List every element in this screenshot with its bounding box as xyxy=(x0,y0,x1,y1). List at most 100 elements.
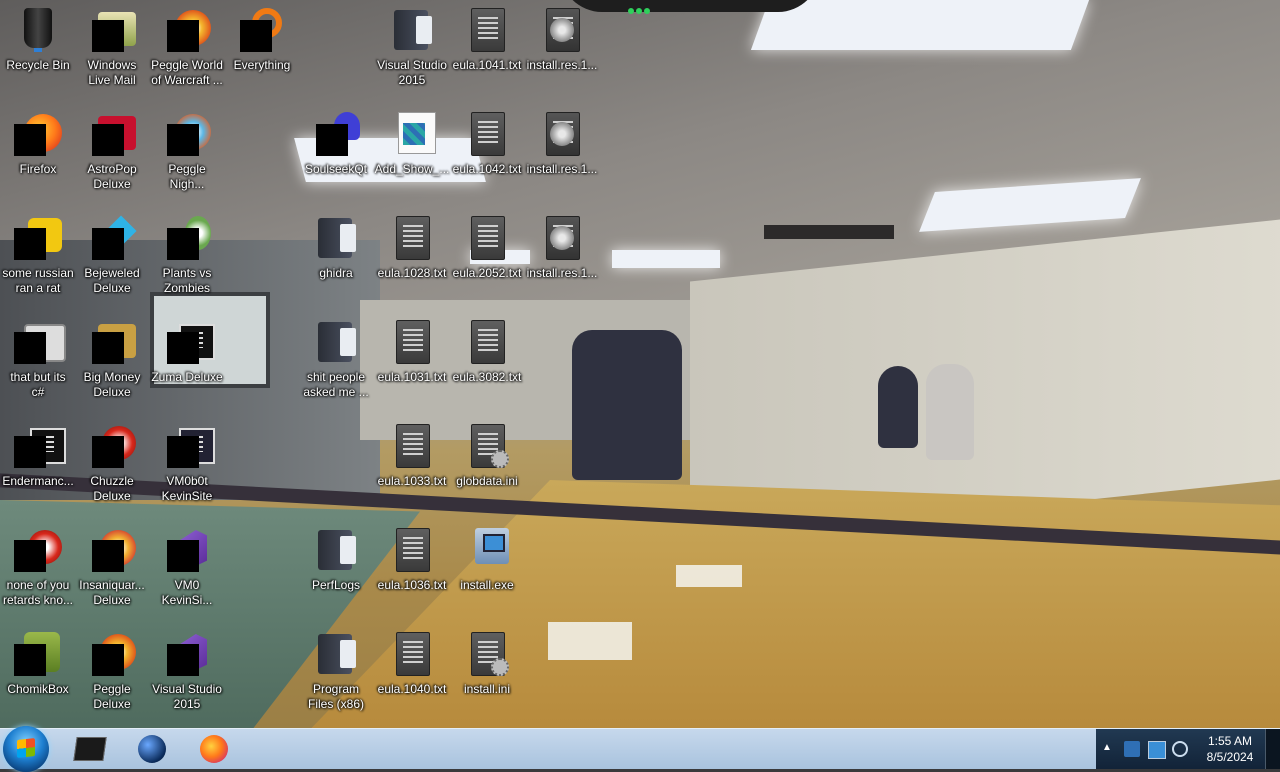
red-swirl-icon xyxy=(88,422,136,470)
desktop-icon-eula-1031[interactable]: eula.1031.txt xyxy=(374,312,450,385)
tray-expand-arrow-icon[interactable]: ▲ xyxy=(1102,742,1112,753)
desktop-icon-add-show[interactable]: Add_Show_... xyxy=(374,104,450,177)
desktop-icon-visual-studio-2015-app[interactable]: Visual Studio 2015 xyxy=(149,624,225,712)
desktop-icon-label: shit people asked me ... xyxy=(303,370,369,399)
wallpaper-floor-reflection xyxy=(548,622,632,660)
peggle-icon xyxy=(88,630,136,678)
desktop-icon-perflogs[interactable]: PerfLogs xyxy=(298,520,374,593)
desktop-icon-shit-people-asked-me[interactable]: shit people asked me ... xyxy=(298,312,374,400)
resource-file-icon xyxy=(538,110,586,158)
show-desktop-button[interactable] xyxy=(1265,729,1280,769)
taskbar-pinned-globe[interactable] xyxy=(124,731,180,767)
desktop-icon-eula-2052[interactable]: eula.2052.txt xyxy=(449,208,525,281)
soulseek-icon xyxy=(312,110,360,158)
desktop-icon-endermanc[interactable]: Endermanc... xyxy=(0,416,76,489)
console-icon xyxy=(14,422,66,470)
desktop-icon-chuzzle-deluxe[interactable]: Chuzzle Deluxe xyxy=(74,416,150,504)
system-tray: ▲ 1:55 AM 8/5/2024 xyxy=(1096,729,1280,769)
text-file-icon xyxy=(388,214,436,262)
desktop-icon-label: that but its c# xyxy=(10,370,66,399)
desktop-icon-label: Add_Show_... xyxy=(374,162,450,176)
resource-file-icon xyxy=(538,6,586,54)
console-icon xyxy=(163,318,215,366)
desktop-icon-firefox[interactable]: Firefox xyxy=(0,104,76,177)
taskbar-pinned-firefox[interactable] xyxy=(186,731,242,767)
desktop-icon-label: Firefox xyxy=(19,162,57,176)
desktop-icon-label: globdata.ini xyxy=(456,474,518,488)
desktop-icon-label: Visual Studio 2015 xyxy=(152,682,222,711)
desktop-icon-eula-1036[interactable]: eula.1036.txt xyxy=(374,520,450,593)
game-icon xyxy=(88,318,136,366)
desktop-icon-big-money-deluxe[interactable]: Big Money Deluxe xyxy=(74,312,150,400)
desktop-icon-eula-3082[interactable]: eula.3082.txt xyxy=(449,312,525,385)
desktop-icon-plants-vs-zombies[interactable]: Plants vs Zombies xyxy=(149,208,225,296)
desktop-icon-label: some russian ran a rat xyxy=(2,266,74,295)
desktop-icon-label: eula.1031.txt xyxy=(377,370,447,384)
windows-start-icon[interactable] xyxy=(3,726,49,772)
desktop-icon-that-but-its-csharp[interactable]: that but its c# xyxy=(0,312,76,400)
desktop-icon-peggle-deluxe[interactable]: Peggle Deluxe xyxy=(74,624,150,712)
desktop-icon-some-russian-ran-a-rat[interactable]: some russian ran a rat xyxy=(0,208,76,296)
game-icon xyxy=(88,110,136,158)
folder-icon xyxy=(312,630,360,678)
wallpaper-indicator-dots xyxy=(628,8,634,14)
desktop-icon-label: Peggle Nigh... xyxy=(168,162,206,191)
desktop-icon-eula-1041[interactable]: eula.1041.txt xyxy=(449,0,525,73)
desktop-icon-visual-studio-2015-folder[interactable]: Visual Studio 2015 xyxy=(374,0,450,88)
desktop-icon-astropop-deluxe[interactable]: AstroPop Deluxe xyxy=(74,104,150,192)
desktop-icon-eula-1042[interactable]: eula.1042.txt xyxy=(449,104,525,177)
firefox-icon xyxy=(200,735,228,763)
desktop-icon-label: Insaniquar... Deluxe xyxy=(79,578,145,607)
desktop-icon-peggle-nights[interactable]: Peggle Nigh... xyxy=(149,104,225,192)
desktop-icon-chomikbox[interactable]: ChomikBox xyxy=(0,624,76,697)
desktop-icon-recycle-bin[interactable]: Recycle Bin xyxy=(0,0,76,73)
desktop-icon-globdata-ini[interactable]: globdata.ini xyxy=(449,416,525,489)
folder-icon xyxy=(312,214,360,262)
desktop-icon-vm0b0t-kevinsite[interactable]: VM0b0t KevinSite xyxy=(149,416,225,504)
desktop-icon-label: eula.3082.txt xyxy=(452,370,522,384)
desktop-icon-windows-live-mail[interactable]: Windows Live Mail xyxy=(74,0,150,88)
desktop-icon-label: none of you retards kno... xyxy=(2,578,74,607)
desktop-icon-vm0-kevinsite[interactable]: VM0 KevinSi... xyxy=(149,520,225,608)
desktop-icon-install-res-3[interactable]: install.res.1... xyxy=(524,208,600,281)
desktop-icon-ghidra[interactable]: ghidra xyxy=(298,208,374,281)
desktop-icon-peggle-world-of-warcraft[interactable]: Peggle World of Warcraft ... xyxy=(149,0,225,88)
firefox-icon xyxy=(14,110,62,158)
desktop-icon-label: Peggle Deluxe xyxy=(93,682,131,711)
desktop-icon-label: install.ini xyxy=(463,682,511,696)
recycle-bin-icon xyxy=(14,6,62,54)
desktop-icon-label: Chuzzle Deluxe xyxy=(90,474,134,503)
desktop-icon-eula-1033[interactable]: eula.1033.txt xyxy=(374,416,450,489)
desktop-icon-label: eula.1040.txt xyxy=(377,682,447,696)
desktop-icon-install-res-2[interactable]: install.res.1... xyxy=(524,104,600,177)
desktop-icon-everything[interactable]: Everything xyxy=(224,0,300,73)
folder-icon xyxy=(388,6,436,54)
tray-app-icon[interactable] xyxy=(1124,741,1140,757)
desktop-icon-none-of-you[interactable]: none of you retards kno... xyxy=(0,520,76,608)
red-swirl-icon xyxy=(14,526,62,574)
wallpaper-floor-reflection xyxy=(676,565,742,587)
desktop-icon-install-exe[interactable]: install.exe xyxy=(449,520,525,593)
desktop-icon-bejeweled-deluxe[interactable]: Bejeweled Deluxe xyxy=(74,208,150,296)
wallpaper-person xyxy=(878,366,918,448)
desktop-icon-label: Program Files (x86) xyxy=(307,682,364,711)
desktop-icon-install-ini[interactable]: install.ini xyxy=(449,624,525,697)
desktop-icon-zuma-deluxe[interactable]: Zuma Deluxe xyxy=(149,312,225,385)
gem-icon xyxy=(88,214,137,262)
desktop-icon-install-res-1[interactable]: install.res.1... xyxy=(524,0,600,73)
desktop-icon-eula-1040[interactable]: eula.1040.txt xyxy=(374,624,450,697)
desktop-icon-soulseekqt[interactable]: SoulseekQt xyxy=(298,104,374,177)
taskbar-clock[interactable]: 1:55 AM 8/5/2024 xyxy=(1204,733,1256,765)
tray-monitor-icon[interactable] xyxy=(1148,741,1166,759)
desktop-icon-program-files-x86[interactable]: Program Files (x86) xyxy=(298,624,374,712)
desktop-icon-label: Recycle Bin xyxy=(6,58,70,72)
desktop-icon-label: eula.1036.txt xyxy=(377,578,447,592)
text-file-icon xyxy=(463,214,511,262)
taskbar-pinned-console[interactable] xyxy=(62,731,118,767)
desktop-icon-insaniquarium-deluxe[interactable]: Insaniquar... Deluxe xyxy=(74,520,150,608)
tray-network-icon[interactable] xyxy=(1172,741,1188,757)
text-file-icon xyxy=(388,526,436,574)
peggle-icon xyxy=(163,6,211,54)
desktop-icon-eula-1028[interactable]: eula.1028.txt xyxy=(374,208,450,281)
desktop-icon-label: Endermanc... xyxy=(2,474,74,488)
